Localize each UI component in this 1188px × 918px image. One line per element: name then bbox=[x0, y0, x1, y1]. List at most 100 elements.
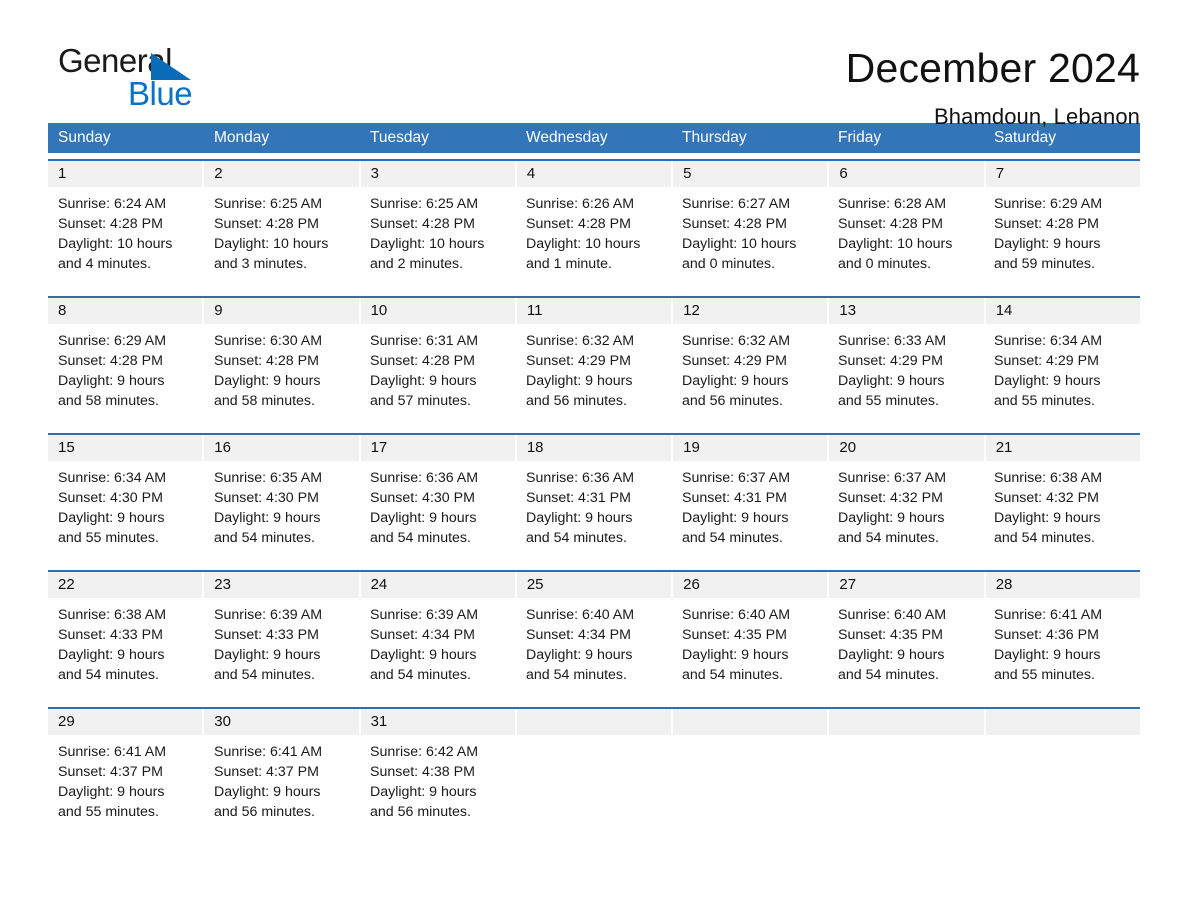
sunrise-text: Sunrise: 6:38 AM bbox=[58, 607, 167, 623]
daylight-text-line2: and 54 minutes. bbox=[58, 667, 159, 683]
day-number[interactable]: 1 bbox=[48, 161, 205, 187]
daylight-text-line2: and 0 minutes. bbox=[838, 256, 932, 272]
sunrise-text: Sunrise: 6:40 AM bbox=[526, 607, 635, 623]
generalblue-logo[interactable]: General Blue bbox=[48, 42, 208, 112]
daylight-text-line2: and 54 minutes. bbox=[526, 530, 627, 546]
day-number[interactable]: 14 bbox=[985, 298, 1140, 324]
sunrise-text: Sunrise: 6:25 AM bbox=[214, 196, 323, 212]
day-cell-empty bbox=[672, 735, 828, 838]
day-number[interactable]: 17 bbox=[360, 435, 517, 461]
day-cell[interactable]: Sunrise: 6:29 AM Sunset: 4:28 PM Dayligh… bbox=[984, 187, 1140, 290]
day-number[interactable]: 5 bbox=[673, 161, 830, 187]
sunset-text: Sunset: 4:36 PM bbox=[994, 627, 1099, 643]
day-cell[interactable]: Sunrise: 6:41 AM Sunset: 4:36 PM Dayligh… bbox=[984, 598, 1140, 701]
day-number[interactable]: 29 bbox=[48, 709, 205, 735]
day-cell[interactable]: Sunrise: 6:37 AM Sunset: 4:31 PM Dayligh… bbox=[672, 461, 828, 564]
sunrise-text: Sunrise: 6:37 AM bbox=[682, 470, 791, 486]
day-cell[interactable]: Sunrise: 6:37 AM Sunset: 4:32 PM Dayligh… bbox=[828, 461, 984, 564]
day-cell[interactable]: Sunrise: 6:32 AM Sunset: 4:29 PM Dayligh… bbox=[672, 324, 828, 427]
day-cell[interactable]: Sunrise: 6:31 AM Sunset: 4:28 PM Dayligh… bbox=[360, 324, 516, 427]
sunset-text: Sunset: 4:29 PM bbox=[682, 353, 787, 369]
daylight-text-line2: and 57 minutes. bbox=[370, 393, 471, 409]
day-cell[interactable]: Sunrise: 6:26 AM Sunset: 4:28 PM Dayligh… bbox=[516, 187, 672, 290]
sunset-text: Sunset: 4:28 PM bbox=[682, 216, 787, 232]
day-cell[interactable]: Sunrise: 6:36 AM Sunset: 4:30 PM Dayligh… bbox=[360, 461, 516, 564]
day-cell[interactable]: Sunrise: 6:28 AM Sunset: 4:28 PM Dayligh… bbox=[828, 187, 984, 290]
day-cell[interactable]: Sunrise: 6:34 AM Sunset: 4:30 PM Dayligh… bbox=[48, 461, 204, 564]
daylight-text-line1: Daylight: 9 hours bbox=[214, 784, 321, 800]
daylight-text-line2: and 58 minutes. bbox=[58, 393, 159, 409]
day-number[interactable]: 21 bbox=[985, 435, 1140, 461]
daylight-text-line1: Daylight: 10 hours bbox=[214, 236, 329, 252]
sunset-text: Sunset: 4:31 PM bbox=[526, 490, 631, 506]
day-number[interactable]: 27 bbox=[829, 572, 986, 598]
day-number[interactable]: 12 bbox=[673, 298, 830, 324]
day-cell[interactable]: Sunrise: 6:35 AM Sunset: 4:30 PM Dayligh… bbox=[204, 461, 360, 564]
title-block: December 2024 Bhamdoun, Lebanon bbox=[208, 42, 1140, 132]
daylight-text-line1: Daylight: 10 hours bbox=[58, 236, 173, 252]
day-number[interactable]: 28 bbox=[985, 572, 1140, 598]
daylight-text-line1: Daylight: 9 hours bbox=[214, 647, 321, 663]
day-number[interactable]: 18 bbox=[516, 435, 674, 461]
day-cell[interactable]: Sunrise: 6:38 AM Sunset: 4:32 PM Dayligh… bbox=[984, 461, 1140, 564]
day-number[interactable]: 20 bbox=[829, 435, 986, 461]
day-cell[interactable]: Sunrise: 6:39 AM Sunset: 4:33 PM Dayligh… bbox=[204, 598, 360, 701]
day-number[interactable]: 13 bbox=[829, 298, 986, 324]
day-number[interactable]: 10 bbox=[360, 298, 517, 324]
day-cell[interactable]: Sunrise: 6:41 AM Sunset: 4:37 PM Dayligh… bbox=[48, 735, 204, 838]
sunset-text: Sunset: 4:28 PM bbox=[526, 216, 631, 232]
day-cell[interactable]: Sunrise: 6:25 AM Sunset: 4:28 PM Dayligh… bbox=[204, 187, 360, 290]
day-cell[interactable]: Sunrise: 6:40 AM Sunset: 4:35 PM Dayligh… bbox=[672, 598, 828, 701]
sunset-text: Sunset: 4:28 PM bbox=[838, 216, 943, 232]
day-number[interactable]: 16 bbox=[204, 435, 361, 461]
sunrise-text: Sunrise: 6:34 AM bbox=[58, 470, 167, 486]
day-cell[interactable]: Sunrise: 6:36 AM Sunset: 4:31 PM Dayligh… bbox=[516, 461, 672, 564]
day-cell[interactable]: Sunrise: 6:33 AM Sunset: 4:29 PM Dayligh… bbox=[828, 324, 984, 427]
day-cell[interactable]: Sunrise: 6:32 AM Sunset: 4:29 PM Dayligh… bbox=[516, 324, 672, 427]
daylight-text-line2: and 56 minutes. bbox=[682, 393, 783, 409]
day-cell[interactable]: Sunrise: 6:30 AM Sunset: 4:28 PM Dayligh… bbox=[204, 324, 360, 427]
calendar-page: General Blue December 2024 Bhamdoun, Leb… bbox=[0, 0, 1188, 918]
day-number[interactable]: 6 bbox=[829, 161, 986, 187]
day-cell[interactable]: Sunrise: 6:40 AM Sunset: 4:34 PM Dayligh… bbox=[516, 598, 672, 701]
day-number[interactable]: 30 bbox=[204, 709, 361, 735]
day-number[interactable]: 22 bbox=[48, 572, 205, 598]
day-number[interactable]: 23 bbox=[204, 572, 361, 598]
day-number[interactable]: 24 bbox=[360, 572, 517, 598]
day-cell-empty bbox=[984, 735, 1140, 838]
day-number[interactable]: 25 bbox=[516, 572, 674, 598]
sunset-text: Sunset: 4:30 PM bbox=[214, 490, 319, 506]
sunset-text: Sunset: 4:28 PM bbox=[214, 216, 319, 232]
day-number[interactable]: 2 bbox=[204, 161, 361, 187]
daylight-text-line2: and 56 minutes. bbox=[370, 804, 471, 820]
day-cell[interactable]: Sunrise: 6:38 AM Sunset: 4:33 PM Dayligh… bbox=[48, 598, 204, 701]
day-number[interactable]: 4 bbox=[516, 161, 674, 187]
daylight-text-line1: Daylight: 10 hours bbox=[682, 236, 797, 252]
week-detail-band: Sunrise: 6:24 AM Sunset: 4:28 PM Dayligh… bbox=[48, 187, 1140, 290]
day-cell[interactable]: Sunrise: 6:27 AM Sunset: 4:28 PM Dayligh… bbox=[672, 187, 828, 290]
day-cell[interactable]: Sunrise: 6:40 AM Sunset: 4:35 PM Dayligh… bbox=[828, 598, 984, 701]
day-cell[interactable]: Sunrise: 6:24 AM Sunset: 4:28 PM Dayligh… bbox=[48, 187, 204, 290]
day-cell[interactable]: Sunrise: 6:29 AM Sunset: 4:28 PM Dayligh… bbox=[48, 324, 204, 427]
day-number[interactable]: 9 bbox=[204, 298, 361, 324]
day-cell[interactable]: Sunrise: 6:39 AM Sunset: 4:34 PM Dayligh… bbox=[360, 598, 516, 701]
day-number[interactable]: 26 bbox=[673, 572, 830, 598]
daylight-text-line1: Daylight: 9 hours bbox=[682, 373, 789, 389]
daylight-text-line1: Daylight: 9 hours bbox=[58, 784, 165, 800]
sunset-text: Sunset: 4:32 PM bbox=[838, 490, 943, 506]
day-number[interactable]: 15 bbox=[48, 435, 205, 461]
day-number[interactable]: 11 bbox=[516, 298, 674, 324]
day-cell[interactable]: Sunrise: 6:34 AM Sunset: 4:29 PM Dayligh… bbox=[984, 324, 1140, 427]
day-number[interactable]: 31 bbox=[360, 709, 517, 735]
day-cell[interactable]: Sunrise: 6:42 AM Sunset: 4:38 PM Dayligh… bbox=[360, 735, 516, 838]
day-number[interactable]: 7 bbox=[985, 161, 1140, 187]
sunrise-text: Sunrise: 6:32 AM bbox=[682, 333, 791, 349]
day-number[interactable]: 3 bbox=[360, 161, 517, 187]
day-number[interactable]: 8 bbox=[48, 298, 205, 324]
daylight-text-line2: and 54 minutes. bbox=[214, 530, 315, 546]
sunrise-text: Sunrise: 6:32 AM bbox=[526, 333, 635, 349]
day-number[interactable]: 19 bbox=[673, 435, 830, 461]
day-cell[interactable]: Sunrise: 6:41 AM Sunset: 4:37 PM Dayligh… bbox=[204, 735, 360, 838]
day-cell[interactable]: Sunrise: 6:25 AM Sunset: 4:28 PM Dayligh… bbox=[360, 187, 516, 290]
sunset-text: Sunset: 4:28 PM bbox=[370, 353, 475, 369]
